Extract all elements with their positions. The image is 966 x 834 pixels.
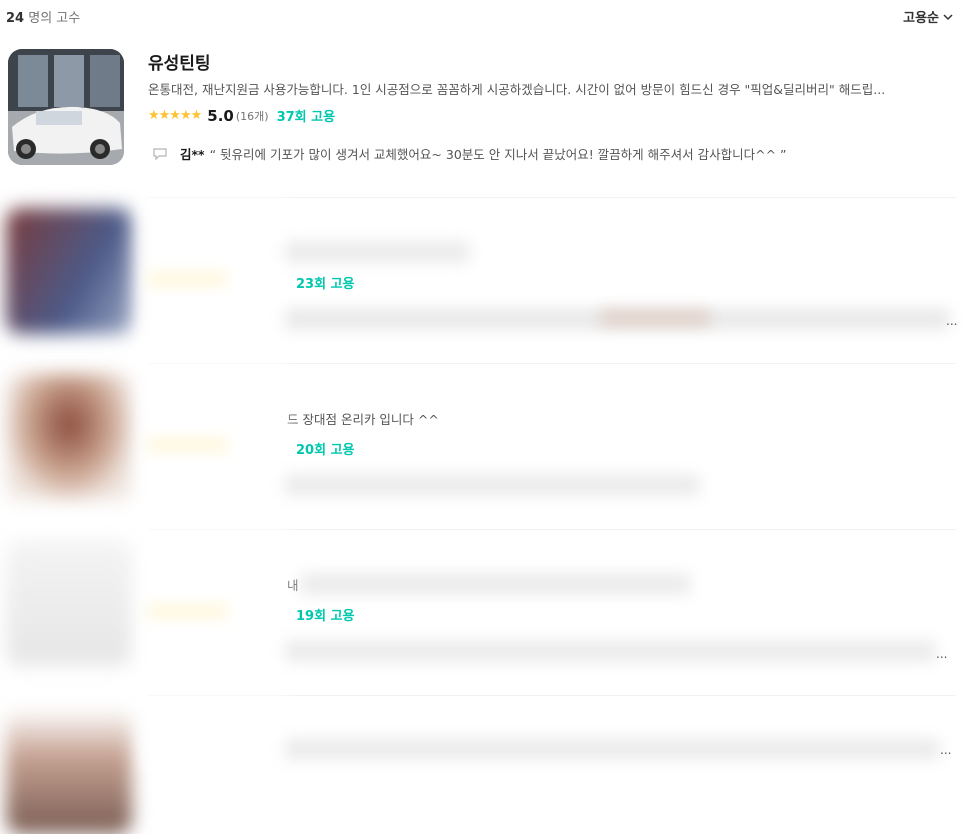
pro-avatar [8, 49, 124, 165]
pro-name[interactable]: 유성틴팅 [148, 49, 211, 74]
description-blurred [300, 573, 690, 595]
sort-label: 고용순 [903, 11, 939, 26]
pro-count-number: 24 [6, 11, 25, 26]
hire-count: 37회 고용 [276, 110, 336, 125]
ellipsis: ... [940, 743, 952, 757]
pro-avatar [6, 708, 132, 834]
review-blurred [600, 310, 710, 326]
pro-count: 24 명의 고수 [6, 7, 80, 26]
description-blurred [280, 241, 470, 263]
pro-description: 온통대전, 재난지원금 사용가능합니다. 1인 시공점으로 꼼꼼하게 시공하겠습… [148, 82, 886, 97]
review-blurred [280, 474, 700, 496]
star-icon: ★★★★★ [148, 108, 202, 123]
pro-description: 내 [287, 578, 299, 593]
review-snippet: 김** “ 뒷유리에 기포가 많이 생겨서 교체했어요~ 30분도 안 지나서 … [152, 144, 787, 163]
pro-rating: ★★★★★ 5.0 (16개) 37회 고용 [148, 106, 336, 126]
review-author: 김** [180, 147, 205, 162]
blur-overlay [140, 190, 288, 770]
chevron-down-icon [943, 13, 953, 20]
sort-dropdown[interactable]: 고용순 [903, 7, 954, 26]
hire-count: 19회 고용 [296, 609, 355, 624]
rating-score: 5.0 [207, 106, 234, 125]
ellipsis: ... [946, 314, 958, 328]
pro-avatar [6, 374, 132, 500]
ellipsis: ... [936, 647, 948, 661]
pro-count-label: 명의 고수 [28, 11, 81, 26]
pro-card[interactable]: 유성틴팅 온통대전, 재난지원금 사용가능합니다. 1인 시공점으로 꼼꼼하게 … [0, 32, 966, 198]
pro-avatar [6, 540, 132, 666]
review-count: (16개) [235, 109, 269, 123]
review-blurred [280, 640, 936, 662]
pro-description: 드 장대점 온리카 입니다 ^^ [287, 412, 439, 427]
pro-avatar [6, 208, 132, 334]
hire-count: 20회 고용 [296, 443, 355, 458]
review-text: “ 뒷유리에 기포가 많이 생겨서 교체했어요~ 30분도 안 지나서 끝났어요… [209, 147, 787, 162]
hire-count: 23회 고용 [296, 277, 355, 292]
list-header: 24 명의 고수 고용순 [0, 0, 966, 32]
description-blurred [280, 738, 940, 760]
chat-bubble-icon [153, 147, 167, 160]
